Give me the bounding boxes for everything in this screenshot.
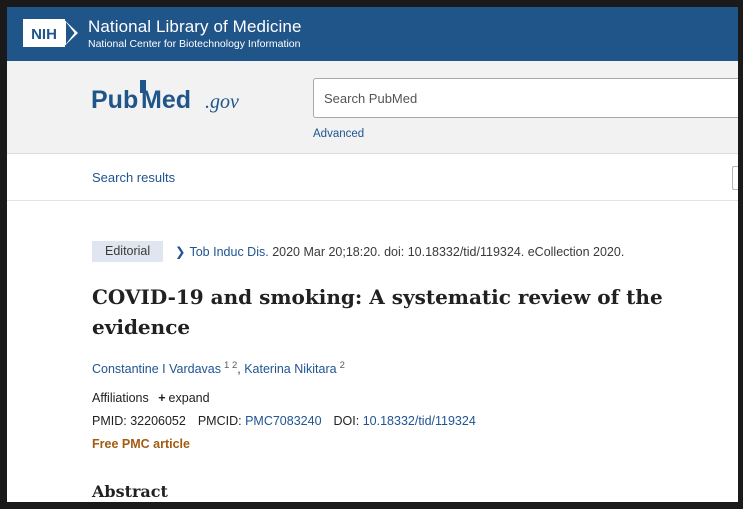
pmcid-label: PMCID: [197,414,242,428]
search-input[interactable] [313,78,738,118]
search-section: Pub Med .gov Advanced [7,61,738,154]
nih-logo[interactable]: NIH [23,19,81,52]
nih-title: National Library of Medicine [88,17,302,36]
nih-subtitle: National Center for Biotechnology Inform… [88,38,301,50]
identifiers-row: PMID: 32206052 PMCID: PMC7083240 DOI: 10.1… [92,414,476,428]
author-affiliation-refs[interactable]: 1 2 [224,360,237,371]
citation-line: ❯ Tob Induc Dis. 2020 Mar 20;18:20. doi: … [175,244,624,259]
browser-viewport: NIH National Library of Medicine Nationa… [7,7,738,502]
journal-link[interactable]: Tob Induc Dis. [189,245,268,259]
actions-button-partial[interactable] [732,166,738,190]
authors-list: Constantine I Vardavas 1 2, Katerina Niki… [92,360,345,376]
pmcid-link[interactable]: PMC7083240 [245,414,321,428]
doi-label: DOI: [333,414,360,428]
abstract-heading: Abstract [92,482,168,501]
chevron-right-icon: ❯ [175,245,186,259]
pmid-value: 32206052 [130,414,186,428]
nih-banner: NIH National Library of Medicine Nationa… [7,7,738,61]
article-title: COVID-19 and smoking: A systematic revie… [92,285,663,339]
nih-logo-icon: NIH [23,19,78,47]
free-pmc-article-label: Free PMC article [92,437,190,451]
author-affiliation-refs[interactable]: 2 [340,360,345,371]
expand-label: expand [168,391,210,405]
author-link[interactable]: Katerina Nikitara [244,362,336,376]
advanced-search-link[interactable]: Advanced [313,128,364,140]
affiliations-label: Affiliations [92,391,149,405]
author-link[interactable]: Constantine I Vardavas [92,362,221,376]
doi-link[interactable]: 10.18332/tid/119324 [363,414,476,428]
logo-pub-text: Pub [91,86,138,114]
pubmed-logo[interactable]: Pub Med .gov [91,78,251,118]
affiliations-row: Affiliations + expand [92,391,210,405]
article-type-badge: Editorial [92,241,164,262]
expand-affiliations-button[interactable]: + expand [158,391,209,405]
search-results-link[interactable]: Search results [92,170,175,185]
pmid-label: PMID: [92,414,127,428]
citation-details: 2020 Mar 20;18:20. doi: 10.18332/tid/119… [272,245,625,259]
plus-icon: + [158,391,166,405]
logo-med-text: Med [141,86,191,114]
nih-badge-text: NIH [31,26,57,43]
results-nav-bar: Search results [7,154,738,201]
logo-gov-text: .gov [205,91,239,113]
